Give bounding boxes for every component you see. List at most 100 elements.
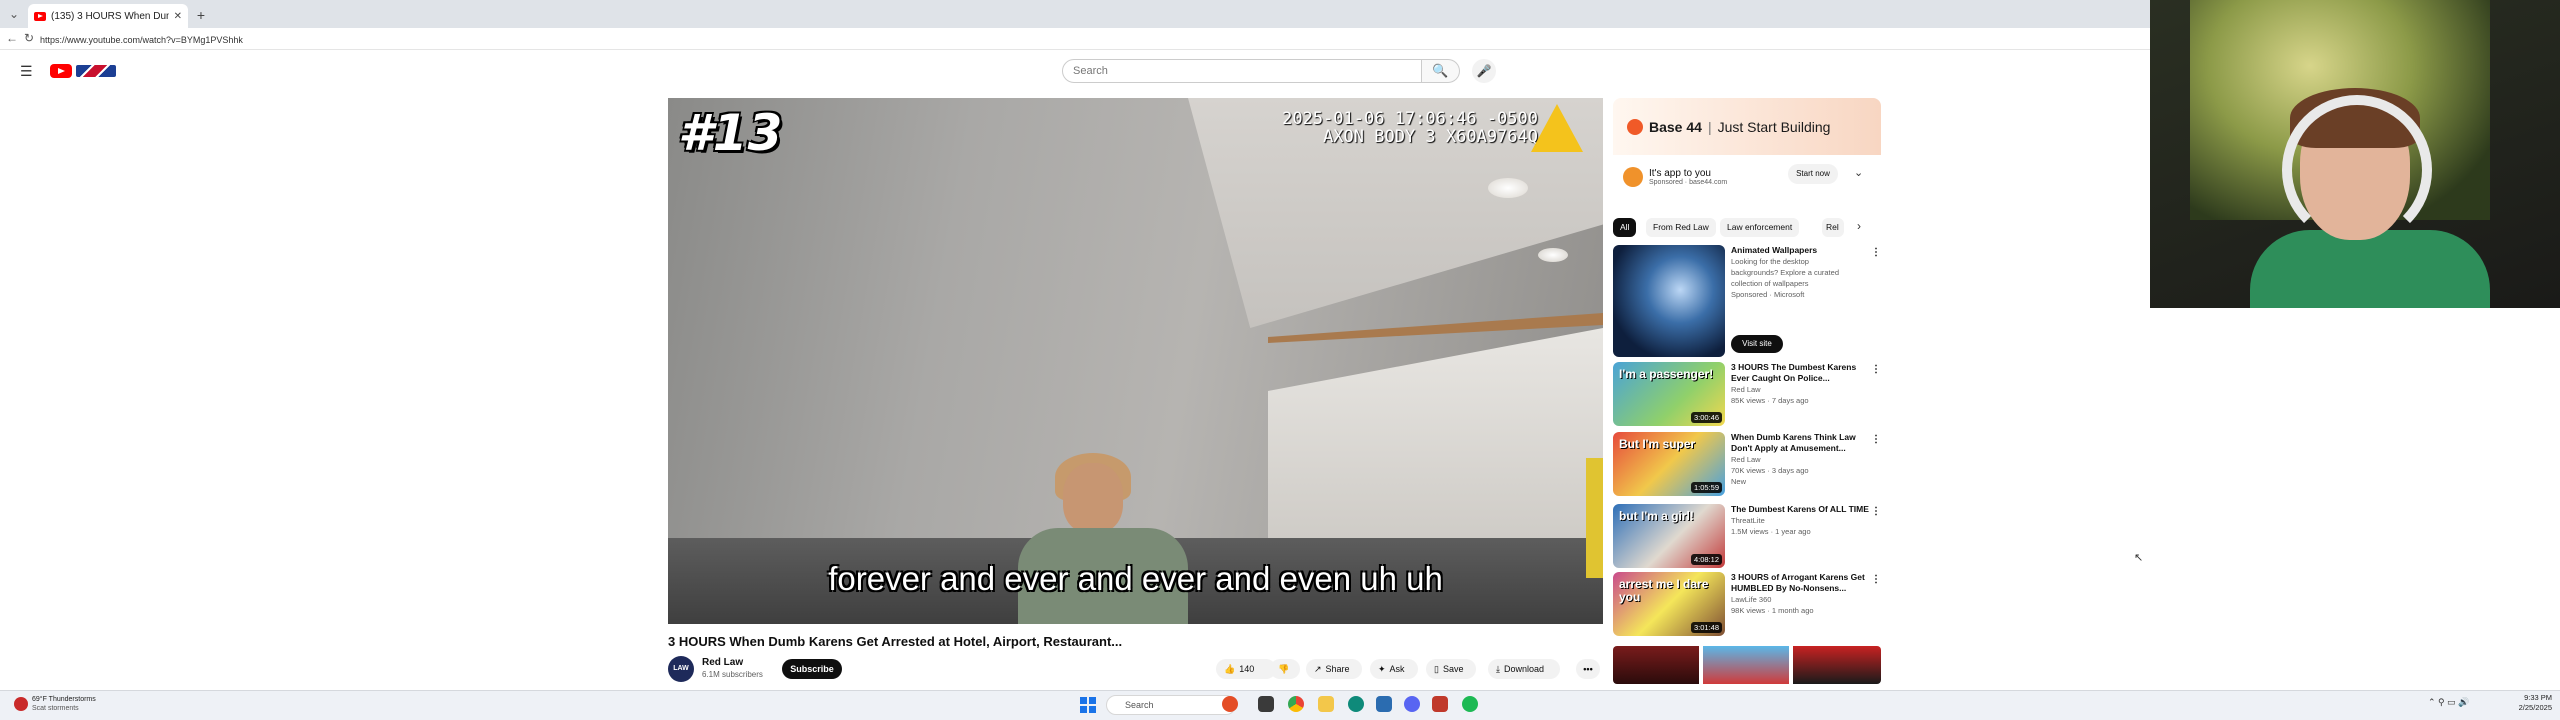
clock-date: 2/25/2025 — [2518, 703, 2552, 712]
taskbar-clock[interactable]: 9:33 PM 2/25/2025 — [2508, 693, 2552, 713]
video-player[interactable]: #13 2025-01-06 17:06:46 -0500 AXON BODY … — [668, 98, 1603, 624]
video-thumbnail[interactable] — [1703, 646, 1789, 684]
chip-all[interactable]: All — [1613, 218, 1637, 237]
youtube-play-icon — [50, 64, 72, 78]
video-thumbnail[interactable]: I'm a passenger! 3:00:46 — [1613, 362, 1725, 426]
chevron-down-icon[interactable]: ⌄ — [1854, 166, 1863, 179]
rec-views: 70K views · 3 days ago — [1731, 466, 1809, 475]
video-person-face — [1063, 463, 1123, 533]
visit-site-button[interactable]: Visit site — [1731, 335, 1783, 353]
voice-search-button[interactable]: 🎤 — [1472, 59, 1496, 83]
channel-name[interactable]: Red Law — [702, 657, 743, 668]
bodycam-device-id: AXON BODY 3 X60A9764Q — [1323, 127, 1538, 147]
download-icon: ⤓ — [1496, 664, 1500, 674]
bookmark-icon: ▯ — [1434, 664, 1439, 674]
save-button[interactable]: ▯ Save — [1426, 659, 1476, 679]
search-icon: 🔍 — [1432, 63, 1449, 78]
kebab-menu-icon[interactable]: ⋮ — [1871, 506, 1881, 517]
kebab-menu-icon[interactable]: ⋮ — [1871, 364, 1881, 375]
reload-button[interactable]: ↻ — [24, 31, 34, 45]
share-button[interactable]: ↗ Share — [1306, 659, 1362, 679]
clock-time: 9:33 PM — [2524, 693, 2552, 702]
discord-icon[interactable] — [1404, 696, 1420, 712]
url-text: https://www.youtube.com/watch?v=BYMg1PVS… — [40, 35, 243, 45]
spotify-icon[interactable] — [1462, 696, 1478, 712]
duration-badge: 3:00:46 — [1690, 412, 1722, 423]
chrome-icon[interactable] — [1288, 696, 1304, 712]
chip-law-enforcement[interactable]: Law enforcement — [1720, 218, 1800, 237]
close-tab-icon[interactable]: ✕ — [174, 11, 182, 22]
chip-related[interactable]: Rel — [1822, 218, 1844, 237]
taskbar-app-icon[interactable] — [1432, 696, 1448, 712]
rec-channel: LawLife 360 — [1731, 595, 1772, 604]
weather-icon — [14, 697, 28, 711]
store-icon[interactable] — [1376, 696, 1392, 712]
new-tab-button[interactable]: + — [192, 6, 210, 24]
video-frame-light — [1538, 248, 1568, 262]
kebab-menu-icon[interactable]: ⋮ — [1871, 574, 1881, 585]
ask-button[interactable]: ✦ Ask — [1370, 659, 1418, 679]
video-thumbnail[interactable] — [1613, 646, 1699, 684]
weather-title: 69°F Thunderstorms — [32, 696, 96, 703]
search-button[interactable]: 🔍 — [1422, 59, 1460, 83]
back-button[interactable]: ← — [6, 31, 18, 45]
like-button[interactable]: 👍 140 — [1216, 659, 1276, 679]
mouse-cursor-icon: ↖ — [2134, 552, 2144, 564]
recommended-video[interactable]: arrest me I dare you 3:01:48 3 HOURS of … — [1613, 572, 1881, 636]
thumbs-down-icon: 👎 — [1278, 664, 1290, 674]
rec-views: 85K views · 7 days ago — [1731, 396, 1809, 405]
taskbar-search-input[interactable]: Search — [1106, 695, 1236, 715]
video-thumbnail[interactable]: but I'm a girl! 4:08:12 — [1613, 504, 1725, 568]
ad-headline: It's app to you — [1649, 168, 1711, 179]
microphone-icon: 🎤 — [1476, 64, 1492, 78]
duration-badge: 1:05:59 — [1690, 482, 1722, 493]
recommended-video[interactable]: but I'm a girl! 4:08:12 The Dumbest Kare… — [1613, 504, 1881, 568]
video-thumbnail[interactable] — [1613, 245, 1725, 357]
kebab-menu-icon[interactable]: ⋮ — [1871, 247, 1881, 258]
rec-description: collection of wallpapers — [1731, 279, 1809, 288]
search-input[interactable]: Search — [1062, 59, 1422, 83]
thumbnail-caption: arrest me I dare you — [1619, 577, 1709, 604]
system-tray[interactable]: ⌃ ⚲ ▭ 🔊 — [2428, 697, 2469, 708]
ad-sponsor-line: Sponsored · base44.com — [1649, 179, 1728, 186]
windows-taskbar — [0, 690, 2560, 720]
rec-title: 3 HOURS of Arrogant Karens Get HUMBLED B… — [1731, 572, 1865, 593]
kebab-menu-icon[interactable]: ⋮ — [1871, 434, 1881, 445]
active-browser-tab[interactable]: (135) 3 HOURS When Dumb K ✕ — [28, 4, 188, 28]
recommended-video[interactable]: I'm a passenger! 3:00:46 3 HOURS The Dum… — [1613, 362, 1881, 426]
weather-widget[interactable]: 69°F Thunderstorms Scat storments — [14, 695, 96, 713]
shorts-thumbnail-row[interactable] — [1613, 646, 1881, 684]
taskbar-app-icon[interactable] — [1222, 696, 1238, 712]
video-thumbnail[interactable]: arrest me I dare you 3:01:48 — [1613, 572, 1725, 636]
recommended-video[interactable]: But I'm super 1:05:59 When Dumb Karens T… — [1613, 432, 1881, 496]
youtube-logo[interactable] — [50, 63, 118, 79]
file-explorer-icon[interactable] — [1318, 696, 1334, 712]
rec-new-badge: New — [1731, 477, 1747, 486]
sponsored-info-row: It's app to you Sponsored · base44.com — [1613, 157, 1881, 197]
download-button[interactable]: ⤓ Download — [1488, 659, 1560, 679]
flag-doodle-icon — [76, 65, 116, 77]
thumbs-up-icon: 👍 — [1224, 664, 1236, 674]
rec-channel: Red Law — [1731, 455, 1761, 464]
sponsored-banner[interactable]: Base 44 | Just Start Building — [1613, 98, 1881, 155]
tab-title: (135) 3 HOURS When Dumb K — [51, 10, 169, 22]
like-count: 140 — [1239, 664, 1255, 674]
video-thumbnail[interactable] — [1793, 646, 1881, 684]
edge-icon[interactable] — [1348, 696, 1364, 712]
advertiser-avatar — [1623, 167, 1643, 187]
sponsored-recommendation[interactable]: Animated Wallpapers Looking for the desk… — [1613, 245, 1881, 357]
task-view-icon[interactable] — [1258, 696, 1274, 712]
hamburger-menu-icon[interactable]: ☰ — [20, 64, 36, 78]
video-thumbnail[interactable]: But I'm super 1:05:59 — [1613, 432, 1725, 496]
windows-start-icon[interactable] — [1080, 697, 1096, 713]
tab-list-button[interactable]: ⌄ — [4, 4, 24, 24]
channel-avatar[interactable]: LAW — [668, 656, 694, 682]
dislike-button[interactable]: 👎 — [1270, 659, 1300, 679]
base44-logo-icon — [1627, 118, 1643, 135]
more-actions-button[interactable]: ••• — [1576, 659, 1600, 679]
subscribe-button[interactable]: Subscribe — [782, 659, 842, 679]
chevron-right-icon[interactable]: › — [1857, 219, 1861, 233]
url-field[interactable]: https://www.youtube.com/watch?v=BYMg1PVS… — [40, 32, 640, 48]
start-now-button[interactable]: Start now — [1788, 164, 1838, 184]
chip-from-red-law[interactable]: From Red Law — [1646, 218, 1716, 237]
